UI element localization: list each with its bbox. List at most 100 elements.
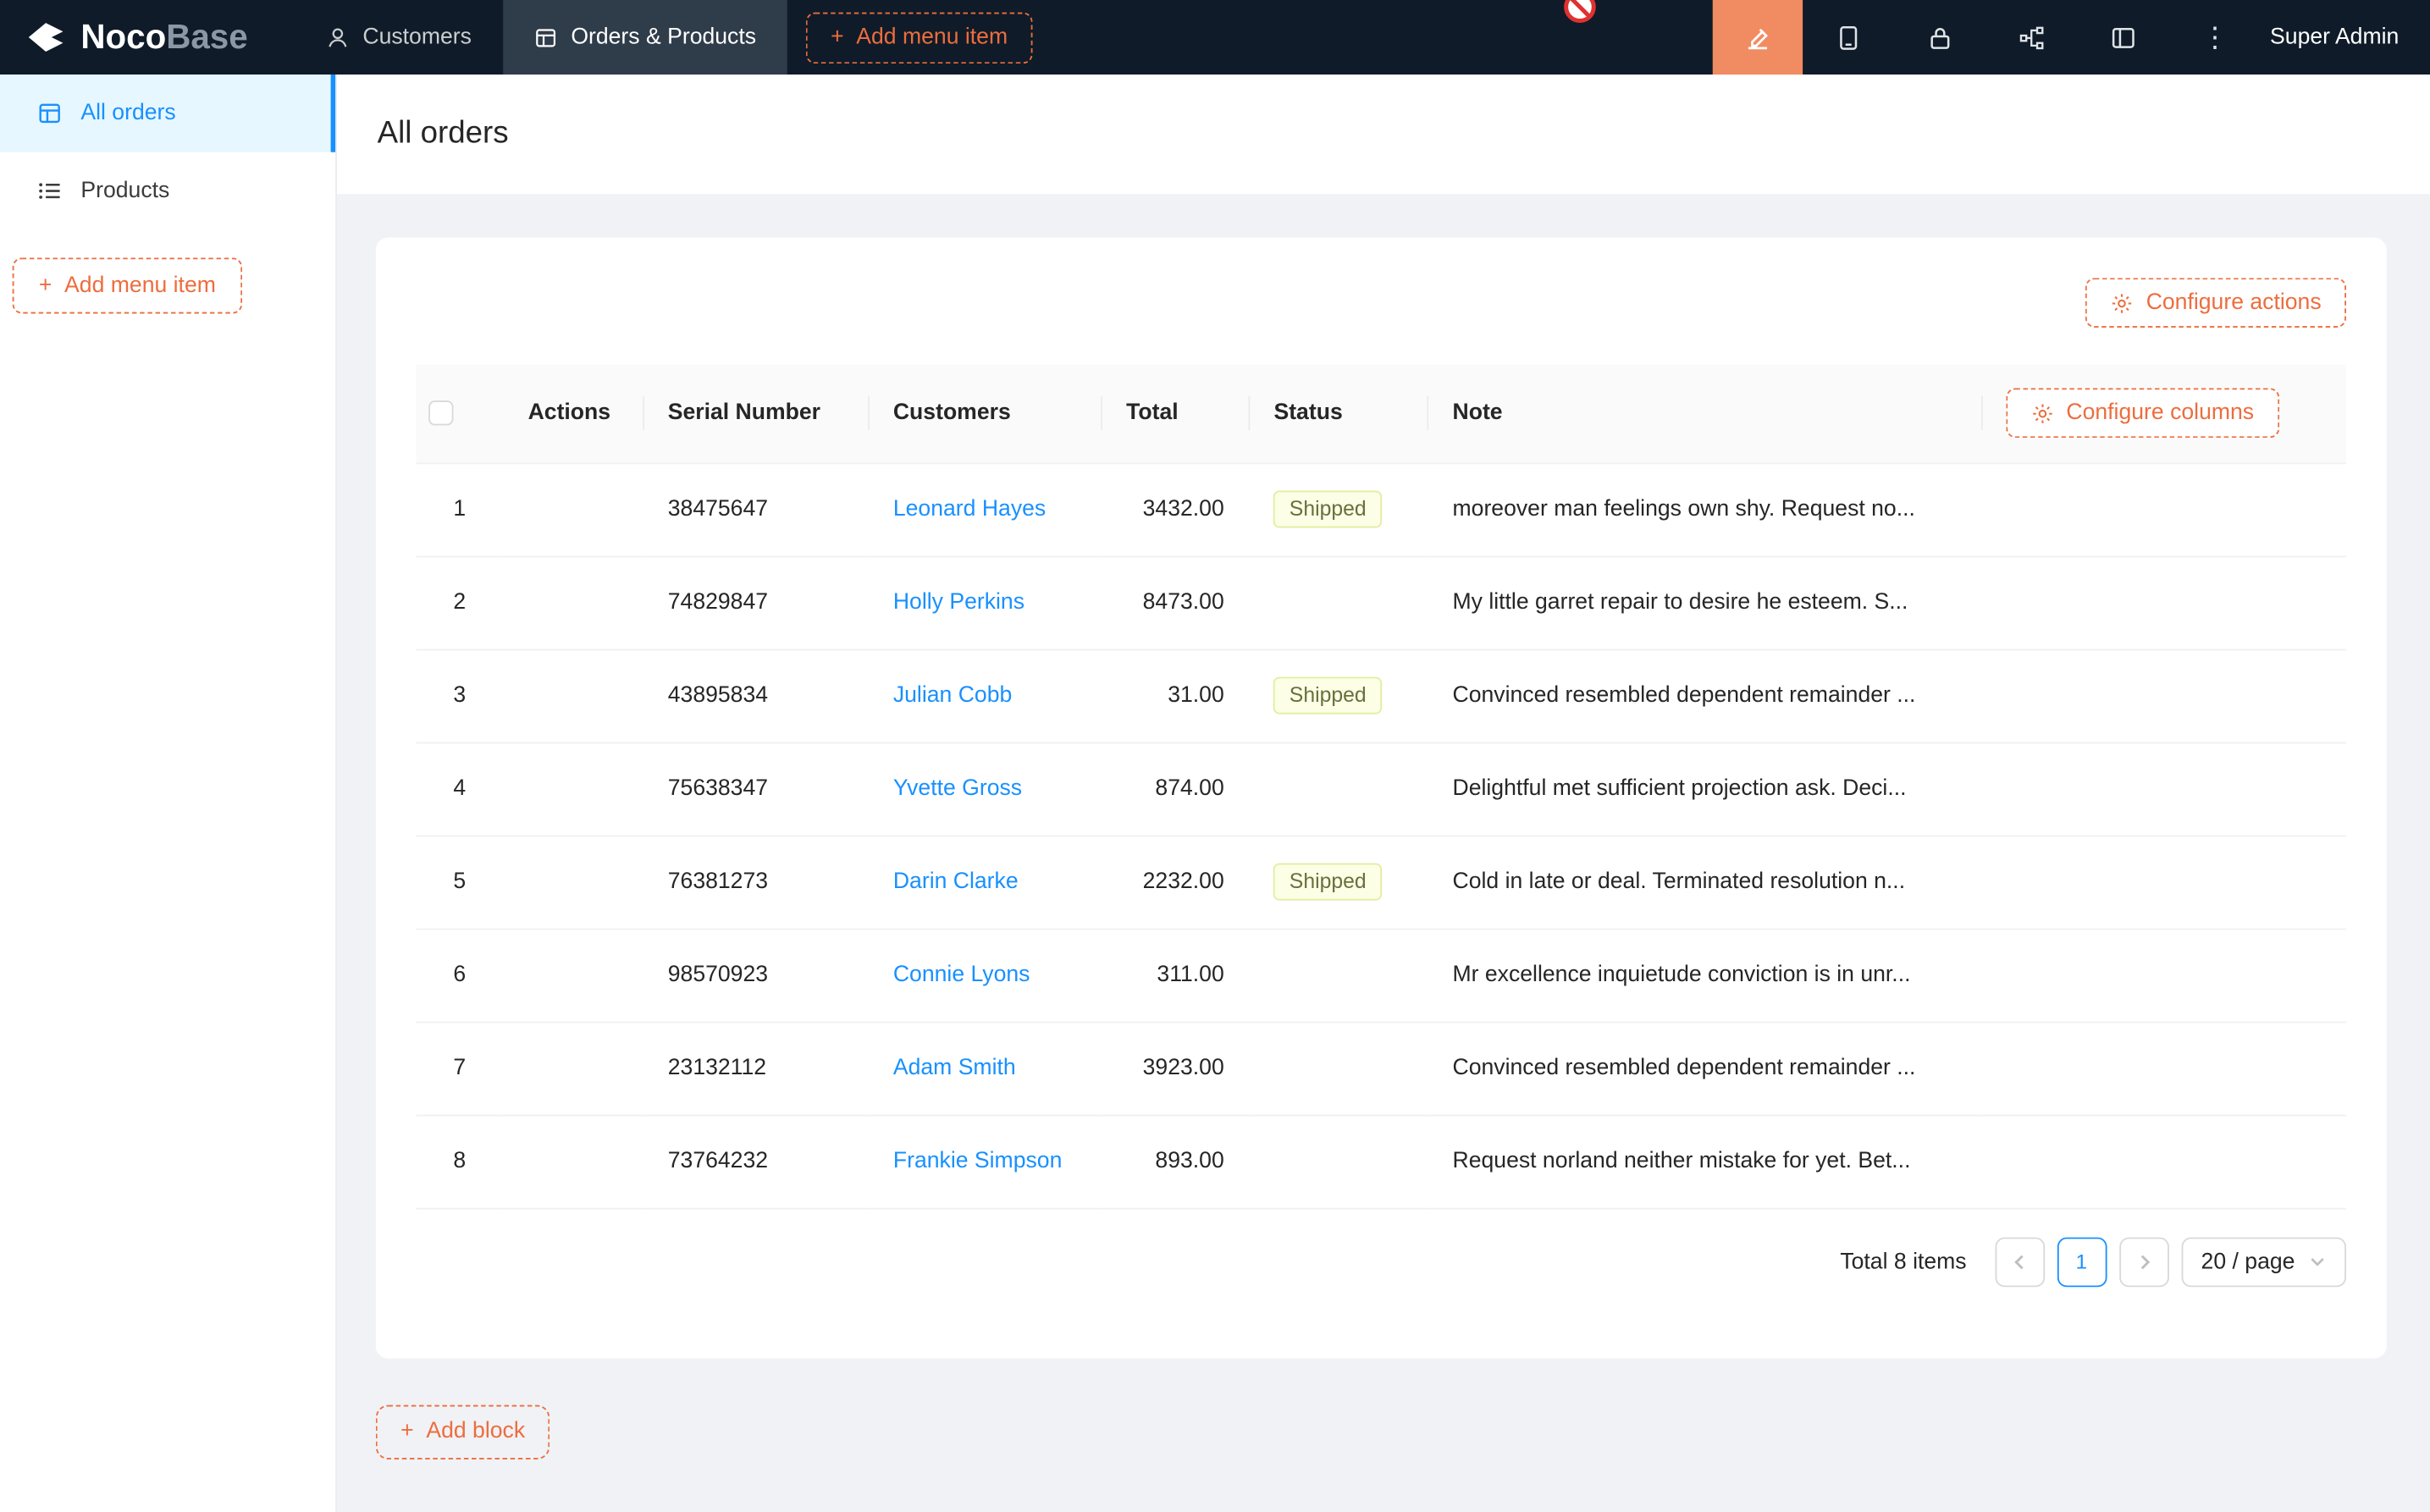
add-block-button[interactable]: + Add block [376, 1404, 550, 1459]
cell-serial-number: 76381273 [643, 836, 868, 929]
column-header-status: Status [1249, 365, 1428, 463]
column-header-serial-number: Serial Number [643, 365, 868, 463]
row-index: 1 [416, 462, 503, 555]
table-icon [533, 25, 557, 49]
gear-icon [2111, 291, 2135, 315]
more-button[interactable]: ⋮ [2169, 0, 2261, 74]
cell-actions [503, 649, 643, 742]
header-checkbox-cell [416, 365, 503, 463]
customer-link[interactable]: Frankie Simpson [893, 1149, 1063, 1173]
select-all-checkbox[interactable] [428, 401, 453, 426]
sidebar-add-menu-item-button[interactable]: + Add menu item [13, 257, 242, 313]
chevron-down-icon [2309, 1253, 2326, 1270]
gear-icon [2030, 402, 2054, 426]
cell-actions [503, 462, 643, 555]
table-row: 3 43895834 Julian Cobb 31.00 Shipped Con… [416, 649, 2346, 742]
lock-icon [1927, 24, 1953, 50]
layout-icon [2110, 24, 2136, 50]
cell-serial-number: 74829847 [643, 556, 868, 649]
cell-status: Shipped [1249, 836, 1428, 929]
cell-note: Delightful met sufficient projection ask… [1428, 742, 1980, 836]
cell-note: Cold in late or deal. Terminated resolut… [1428, 836, 1980, 929]
nav-item-orders-products[interactable]: Orders & Products [503, 0, 787, 74]
nocobase-logo-icon [25, 19, 67, 56]
customer-link[interactable]: Adam Smith [893, 1056, 1016, 1080]
customer-link[interactable]: Darin Clarke [893, 869, 1019, 894]
configure-columns-button[interactable]: Configure columns [2006, 389, 2279, 439]
nav-item-customers[interactable]: Customers [295, 0, 503, 74]
sidebar-item-label: Products [80, 179, 169, 203]
ui-editor-button[interactable] [1713, 0, 1803, 74]
customer-link[interactable]: Yvette Gross [893, 776, 1022, 801]
table-row: 7 23132112 Adam Smith 3923.00 Convinced … [416, 1022, 2346, 1115]
cell-total: 2232.00 [1102, 836, 1249, 929]
column-header-note: Note [1428, 365, 1980, 463]
sidebar: All orders Products + Add menu item [0, 74, 337, 1512]
customer-link[interactable]: Holly Perkins [893, 590, 1024, 615]
table-header: Actions Serial Number Customers Total St… [416, 365, 2346, 463]
layout-button[interactable] [2078, 0, 2169, 74]
api-flow-button[interactable] [1985, 0, 2077, 74]
table-body: 1 38475647 Leonard Hayes 3432.00 Shipped… [416, 462, 2346, 1207]
customer-link[interactable]: Leonard Hayes [893, 497, 1046, 521]
pagination-page-1-button[interactable]: 1 [2057, 1237, 2107, 1287]
cell-customer: Adam Smith [869, 1022, 1102, 1115]
cell-serial-number: 75638347 [643, 742, 868, 836]
cell-note: Request norland neither mistake for yet.… [1428, 1115, 1980, 1208]
pagination-prev-button[interactable] [1995, 1237, 2045, 1287]
page-size-select[interactable]: 20 / page [2181, 1237, 2346, 1287]
cell-note: Mr excellence inquietude conviction is i… [1428, 929, 1980, 1022]
cell-total: 893.00 [1102, 1115, 1249, 1208]
cell-total: 3923.00 [1102, 1022, 1249, 1115]
customer-link[interactable]: Connie Lyons [893, 963, 1030, 987]
cell-status [1249, 929, 1428, 1022]
row-index: 8 [416, 1115, 503, 1208]
workflow-nodes-icon [2019, 24, 2045, 50]
security-button[interactable] [1894, 0, 1985, 74]
cell-total: 3432.00 [1102, 462, 1249, 555]
cell-customer: Holly Perkins [869, 556, 1102, 649]
row-index: 6 [416, 929, 503, 1022]
cell-serial-number: 98570923 [643, 929, 868, 1022]
cell-note: Convinced resembled dependent remainder … [1428, 1022, 1980, 1115]
orders-table: Actions Serial Number Customers Total St… [416, 365, 2346, 1209]
header-add-menu-item-button[interactable]: + Add menu item [806, 12, 1033, 63]
column-header-total: Total [1102, 365, 1249, 463]
plus-icon: + [400, 1419, 414, 1443]
cell-customer: Leonard Hayes [869, 462, 1102, 555]
orders-block-card: Configure actions Actions Serial Number … [376, 238, 2387, 1358]
prohibition-icon [1562, 0, 1598, 25]
user-menu[interactable]: Super Admin [2261, 0, 2430, 74]
list-icon [37, 179, 62, 203]
status-badge: Shipped [1273, 491, 1382, 528]
row-index: 5 [416, 836, 503, 929]
cell-actions [503, 742, 643, 836]
nav-item-label: Orders & Products [571, 25, 756, 49]
status-badge: Shipped [1273, 864, 1382, 901]
nocobase-logo[interactable]: NocoBase [0, 0, 295, 74]
cell-serial-number: 73764232 [643, 1115, 868, 1208]
pagination-next-button[interactable] [2118, 1237, 2168, 1287]
cell-note: moreover man feelings own shy. Request n… [1428, 462, 1980, 555]
mobile-client-button[interactable] [1803, 0, 1894, 74]
cell-total: 31.00 [1102, 649, 1249, 742]
cell-note: Convinced resembled dependent remainder … [1428, 649, 1980, 742]
cell-config [1981, 929, 2346, 1022]
pagination-total: Total 8 items [1840, 1249, 1966, 1273]
sidebar-item-products[interactable]: Products [0, 152, 335, 230]
cell-status [1249, 742, 1428, 836]
table-row: 8 73764232 Frankie Simpson 893.00 Reques… [416, 1115, 2346, 1208]
column-header-actions: Actions [503, 365, 643, 463]
sidebar-item-label: All orders [80, 101, 175, 125]
main-content: Configure actions Actions Serial Number … [337, 194, 2430, 1512]
sidebar-item-all-orders[interactable]: All orders [0, 74, 335, 152]
customer-link[interactable]: Julian Cobb [893, 683, 1012, 708]
cell-config [1981, 836, 2346, 929]
person-icon [325, 25, 349, 49]
column-header-customers: Customers [869, 365, 1102, 463]
cell-actions [503, 556, 643, 649]
cell-actions [503, 1022, 643, 1115]
page-title: All orders [378, 117, 509, 152]
configure-actions-button[interactable]: Configure actions [2085, 278, 2346, 328]
cell-total: 874.00 [1102, 742, 1249, 836]
